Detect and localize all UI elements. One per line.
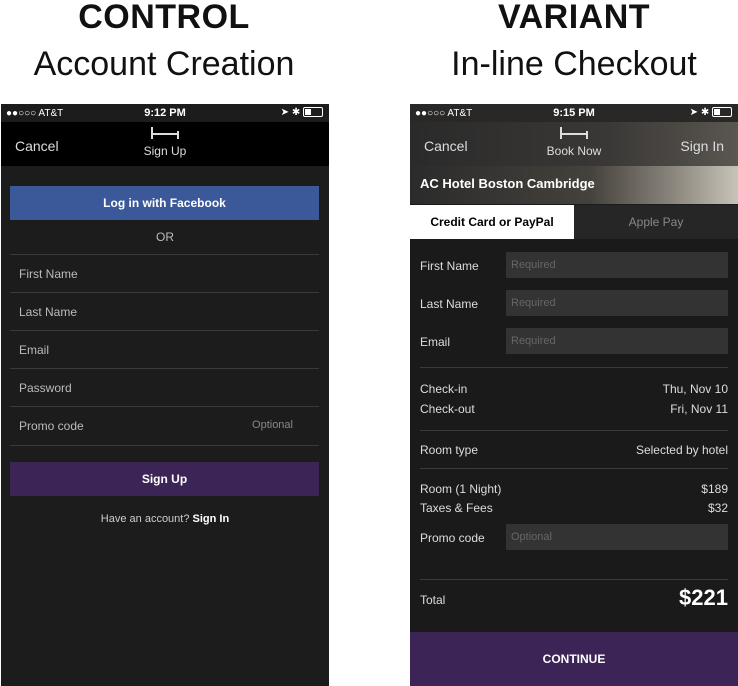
have-account-label: Have an account?	[100, 513, 190, 525]
control-heading: CONTROL Account Creation	[0, 0, 328, 84]
check-in-date: Thu, Nov 10	[662, 382, 728, 396]
variant-heading: VARIANT In-line Checkout	[410, 0, 738, 84]
hotel-banner: AC Hotel Boston Cambridge	[410, 166, 738, 204]
or-divider: OR	[156, 230, 174, 244]
promo-code-input[interactable]: Optional	[506, 524, 728, 550]
check-out-row: Check-out Fri, Nov 11	[420, 402, 728, 416]
field-label: Promo code	[19, 419, 84, 433]
optional-hint: Optional	[252, 419, 293, 431]
room-type-label: Room type	[420, 443, 479, 457]
have-account-text: Have an account? Sign In	[1, 513, 329, 525]
taxes-row: Taxes & Fees $32	[420, 501, 728, 515]
field-label: First Name	[420, 259, 479, 273]
taxes-label: Taxes & Fees	[420, 501, 493, 515]
sign-in-button[interactable]: Sign In	[680, 138, 724, 154]
status-bar: ●●○○○ AT&T 9:15 PM ➤ ✱	[410, 104, 738, 122]
battery-icon	[712, 107, 732, 118]
divider	[420, 579, 728, 580]
room-price: $189	[701, 482, 728, 496]
status-icons: ➤ ✱	[281, 107, 323, 118]
check-in-row: Check-in Thu, Nov 10	[420, 382, 728, 396]
check-in-label: Check-in	[420, 382, 468, 396]
promo-code-field[interactable]: Promo code Optional	[10, 406, 319, 445]
control-subtitle: Account Creation	[33, 45, 295, 83]
nav-title: Sign Up	[143, 144, 187, 158]
field-label: Email	[19, 343, 50, 357]
divider	[10, 445, 319, 446]
status-icons: ➤ ✱	[690, 107, 732, 118]
first-name-input[interactable]: Required	[506, 252, 728, 278]
email-input[interactable]: Required	[506, 328, 728, 354]
field-label: Last Name	[19, 305, 78, 319]
hotel-name: AC Hotel Boston Cambridge	[420, 176, 595, 191]
room-type-value: Selected by hotel	[635, 443, 728, 457]
field-label: Last Name	[420, 297, 479, 311]
tab-credit-card-paypal[interactable]: Credit Card or PayPal	[410, 205, 574, 239]
variant-subtitle: In-line Checkout	[451, 45, 697, 83]
taxes-price: $32	[707, 501, 728, 515]
total-value-row: $221	[420, 585, 728, 611]
room-type-row: Room type Selected by hotel	[420, 443, 728, 457]
sign-in-link[interactable]: Sign In	[193, 513, 230, 525]
nav-bar: Cancel Book Now Sign In	[410, 122, 738, 166]
last-name-field[interactable]: Last Name	[10, 292, 319, 331]
divider	[420, 468, 728, 469]
battery-icon	[303, 107, 323, 118]
status-bar: ●●○○○ AT&T 9:12 PM ➤ ✱	[1, 104, 329, 122]
variant-phone-screen: ●●○○○ AT&T 9:15 PM ➤ ✱ Cancel Book Now S…	[410, 104, 738, 686]
control-title: CONTROL	[78, 0, 250, 36]
divider	[420, 367, 728, 368]
email-field[interactable]: Email	[10, 330, 319, 369]
last-name-input[interactable]: Required	[506, 290, 728, 316]
check-out-date: Fri, Nov 11	[670, 402, 728, 416]
sign-up-button[interactable]: Sign Up	[10, 462, 319, 496]
bed-icon	[560, 127, 588, 139]
room-label: Room (1 Night)	[420, 482, 502, 496]
password-field[interactable]: Password	[10, 368, 319, 407]
field-label: Email	[420, 335, 451, 349]
bed-icon	[151, 127, 179, 139]
room-price-row: Room (1 Night) $189	[420, 482, 728, 496]
control-phone-screen: ●●○○○ AT&T 9:12 PM ➤ ✱ Cancel Sign Up Lo…	[1, 104, 329, 686]
promo-code-label: Promo code	[420, 531, 485, 545]
continue-button[interactable]: CONTINUE	[410, 632, 738, 686]
total-value: $221	[679, 585, 728, 610]
first-name-field[interactable]: First Name	[10, 254, 319, 293]
payment-tabs: Credit Card or PayPal Apple Pay	[410, 205, 738, 239]
check-out-label: Check-out	[420, 402, 475, 416]
divider	[420, 430, 728, 431]
field-label: First Name	[19, 267, 78, 281]
nav-bar: Cancel Sign Up	[1, 122, 329, 166]
variant-title: VARIANT	[497, 0, 651, 36]
facebook-login-button[interactable]: Log in with Facebook	[10, 186, 319, 220]
field-label: Password	[19, 381, 72, 395]
tab-apple-pay[interactable]: Apple Pay	[574, 205, 738, 239]
